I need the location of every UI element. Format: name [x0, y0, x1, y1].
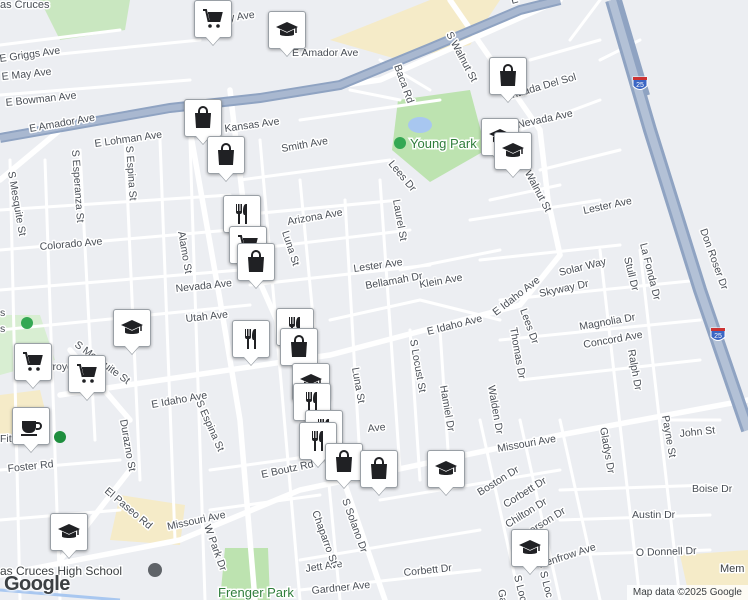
shopping-bag-marker[interactable] — [325, 443, 363, 481]
svg-text:Young Park: Young Park — [410, 136, 477, 151]
shopping-bag-icon — [214, 143, 238, 167]
shopping-bag-marker[interactable] — [207, 136, 245, 174]
partial-label: s — [0, 323, 5, 335]
shopping-bag-icon — [287, 335, 311, 359]
restaurant-icon — [230, 202, 254, 226]
street-label: Boise Dr — [692, 483, 733, 495]
shopping-bag-marker[interactable] — [237, 243, 275, 281]
school-icon — [57, 520, 81, 544]
fit-label: Fit — [0, 433, 12, 445]
shopping-cart-icon — [75, 362, 99, 386]
memorial-label: Mem — [720, 563, 744, 575]
google-logo: Google — [4, 573, 70, 595]
cafe-marker[interactable] — [12, 407, 50, 445]
cafe-icon — [19, 414, 43, 438]
map-attribution: Map data ©2025 Google — [626, 585, 748, 600]
shopping-bag-marker[interactable] — [360, 450, 398, 488]
shopping-bag-icon — [496, 64, 520, 88]
i25-shield-top: 25 — [632, 76, 648, 90]
school-icon — [120, 316, 144, 340]
school-icon — [434, 457, 458, 481]
shopping-bag-icon — [332, 450, 356, 474]
city-label: as Cruces — [0, 0, 50, 11]
shopping-cart-marker[interactable] — [68, 355, 106, 393]
street-label: Austin Dr — [632, 509, 676, 521]
shopping-cart-icon — [21, 350, 45, 374]
place-pin[interactable] — [54, 431, 66, 443]
school-marker[interactable] — [511, 529, 549, 567]
school-marker[interactable] — [427, 450, 465, 488]
restaurant-icon — [239, 327, 263, 351]
school-marker[interactable] — [494, 132, 532, 170]
shopping-bag-marker[interactable] — [184, 99, 222, 137]
shopping-bag-marker[interactable] — [280, 328, 318, 366]
shopping-bag-icon — [244, 250, 268, 274]
street-label: O Donnell Dr — [636, 545, 698, 559]
shopping-bag-marker[interactable] — [489, 57, 527, 95]
young-park-pond — [408, 117, 432, 133]
street-label: Gar — [495, 588, 510, 600]
partial-label: s — [0, 307, 5, 319]
shopping-cart-icon — [201, 7, 225, 31]
school-marker[interactable] — [113, 309, 151, 347]
school-icon — [518, 536, 542, 560]
shopping-cart-marker[interactable] — [194, 0, 232, 38]
school-marker[interactable] — [268, 11, 306, 49]
street-map[interactable]: 25 25 E Amador Ave E Amador Ave E Griggs… — [0, 0, 748, 600]
frenger-park-label[interactable]: Frenger Park — [217, 584, 296, 600]
restaurant-marker[interactable] — [232, 320, 270, 358]
school-icon — [275, 18, 299, 42]
street-label: Ave — [367, 421, 386, 435]
i25-shield-bottom: 25 — [710, 327, 726, 341]
school-marker[interactable] — [50, 513, 88, 551]
place-pin[interactable] — [21, 317, 33, 329]
shopping-cart-marker[interactable] — [14, 343, 52, 381]
shopping-bag-icon — [367, 457, 391, 481]
i25-shield-label: 25 — [636, 82, 644, 89]
shopping-bag-icon — [191, 106, 215, 130]
i25-shield-label: 25 — [714, 333, 722, 340]
school-icon — [501, 139, 525, 163]
